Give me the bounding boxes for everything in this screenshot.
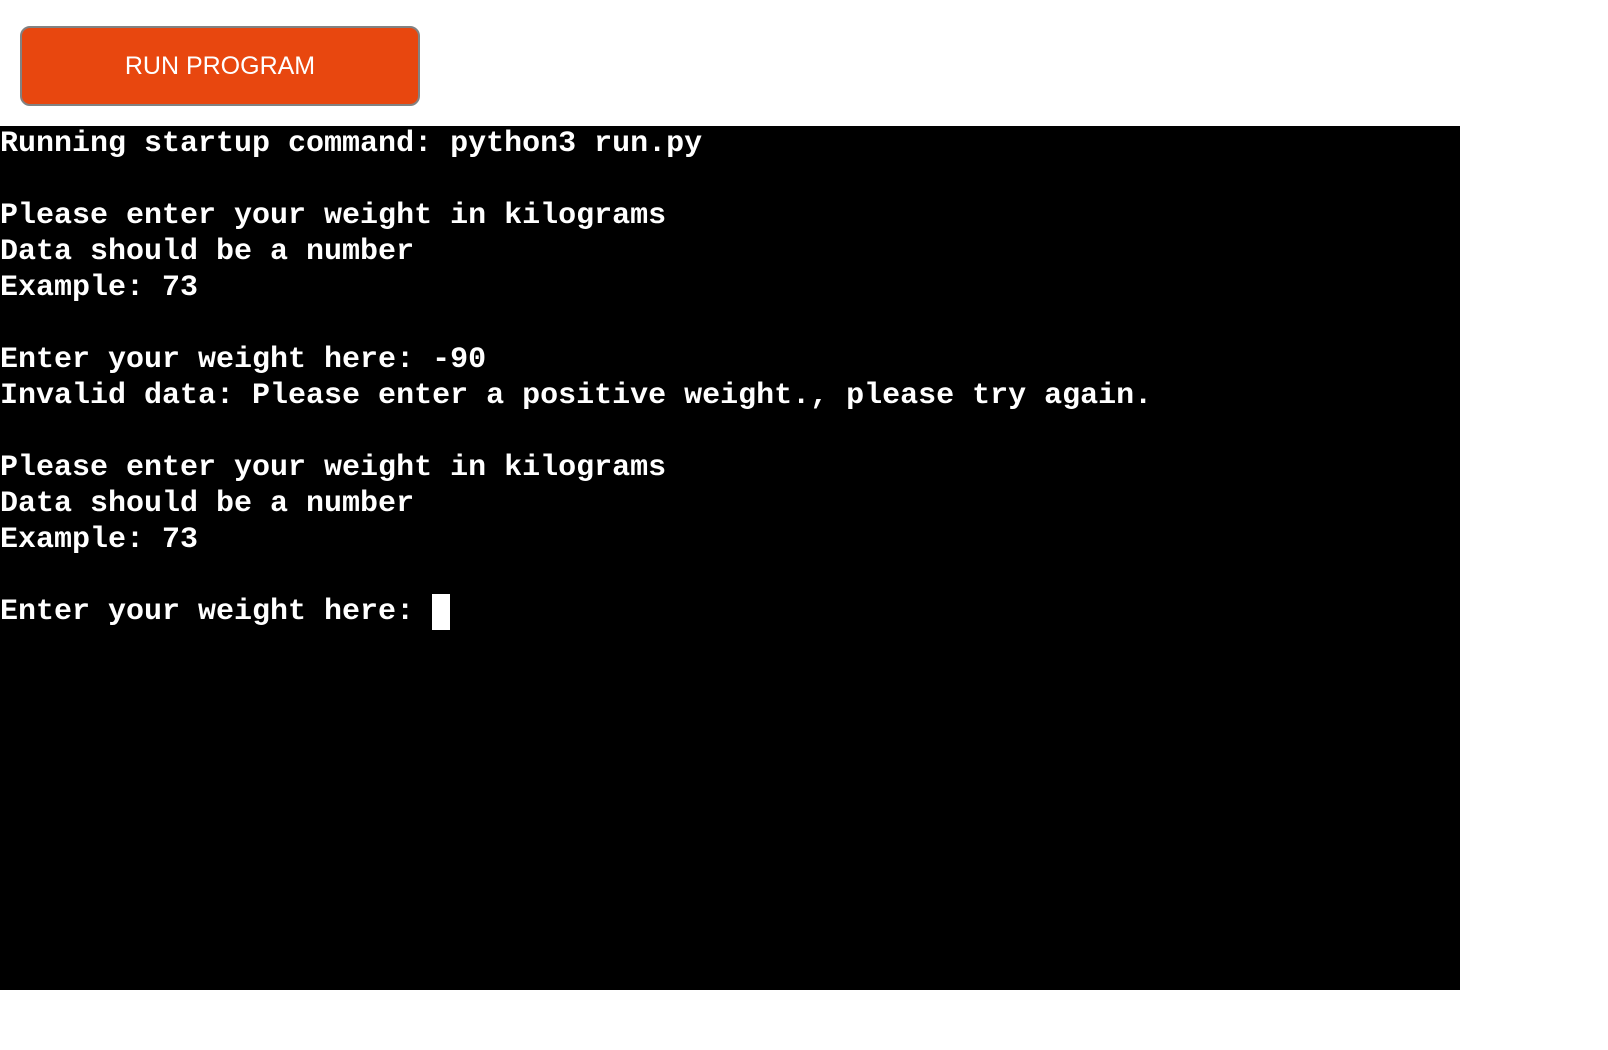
terminal-line: Data should be a number bbox=[0, 487, 415, 521]
terminal-line: Running startup command: python3 run.py bbox=[0, 127, 703, 161]
run-program-button[interactable]: RUN PROGRAM bbox=[20, 26, 420, 106]
terminal-prompt: Enter your weight here: bbox=[0, 595, 433, 629]
terminal-line: Example: 73 bbox=[0, 523, 199, 557]
terminal-line: Example: 73 bbox=[0, 271, 199, 305]
terminal-line: Data should be a number bbox=[0, 235, 415, 269]
terminal-line: Please enter your weight in kilograms bbox=[0, 199, 667, 233]
terminal-output[interactable]: Running startup command: python3 run.py … bbox=[0, 126, 1460, 990]
text-cursor-icon bbox=[432, 594, 451, 630]
terminal-prompt-line[interactable]: Enter your weight here: bbox=[0, 594, 1460, 630]
terminal-error-line: Invalid data: Please enter a positive we… bbox=[0, 379, 1153, 413]
terminal-line: Please enter your weight in kilograms bbox=[0, 451, 667, 485]
terminal-line: Enter your weight here: -90 bbox=[0, 343, 487, 377]
